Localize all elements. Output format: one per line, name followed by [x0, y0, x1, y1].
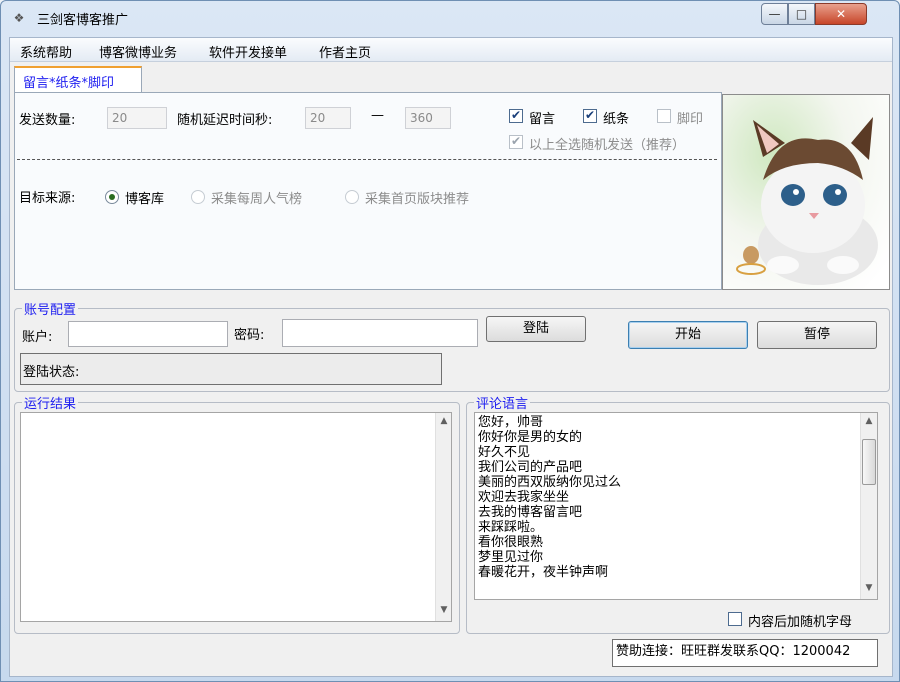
message-checkbox-label: 留言 [529, 112, 556, 127]
password-label: 密码: [234, 328, 265, 343]
menu-author-home[interactable]: 作者主页 [319, 42, 371, 61]
tab-label: 留言*纸条*脚印 [23, 76, 115, 91]
comment-line: 春暖花开，夜半钟声啊 [478, 565, 609, 580]
comments-scroll-up-icon[interactable]: ▲ [861, 416, 877, 426]
send-count-label: 发送数量: [19, 113, 76, 128]
comments-scrollbar[interactable]: ▲ ▼ [860, 413, 877, 599]
target-home-radio[interactable] [345, 190, 359, 204]
user-label: 账户: [22, 330, 53, 345]
comment-line: 我们公司的产品吧 [478, 460, 583, 475]
kitten-image [722, 94, 890, 290]
menu-blog-weibo[interactable]: 博客微博业务 [99, 42, 177, 61]
results-scrollbar[interactable]: ▲ ▼ [435, 413, 451, 621]
target-blog-label: 博客库 [125, 192, 165, 207]
target-blog-radio[interactable] [105, 190, 119, 204]
sponsor-link[interactable]: 赞助连接：旺旺群发联系QQ：1200042 [612, 639, 878, 667]
comment-line: 来踩踩啦。 [478, 520, 544, 535]
delay-min-input[interactable]: 20 [305, 107, 351, 129]
scroll-down-icon[interactable]: ▼ [436, 605, 451, 615]
random-suffix-label: 内容后加随机字母 [748, 615, 853, 630]
target-weekly-label: 采集每周人气榜 [211, 192, 303, 207]
random-all-checkbox[interactable] [509, 134, 523, 149]
comment-lines: 您好，帅哥 你好你是男的女的 好久不见 我们公司的产品吧 美丽的西双版纳你见过么 欢迎去我… [478, 415, 848, 580]
note-checkbox-label: 纸条 [603, 112, 630, 127]
pause-button[interactable]: 暂停 [757, 321, 877, 349]
app-icon: ❖ [13, 11, 25, 25]
comments-scroll-down-icon[interactable]: ▼ [861, 583, 877, 593]
send-count-input[interactable]: 20 [107, 107, 167, 129]
delay-label: 随机延迟时间秒: [177, 113, 273, 128]
menu-software-dev[interactable]: 软件开发接单 [209, 42, 287, 61]
comments-textarea[interactable]: 您好，帅哥 你好你是男的女的 好久不见 我们公司的产品吧 美丽的西双版纳你见过么 欢迎去我… [474, 412, 878, 600]
results-group-title: 运行结果 [22, 393, 79, 412]
comment-line: 您好，帅哥 [478, 415, 544, 430]
kitten-picture [723, 95, 889, 289]
comments-scroll-thumb[interactable] [862, 439, 876, 485]
login-button[interactable]: 登陆 [486, 316, 586, 342]
divider [17, 159, 717, 160]
message-checkbox[interactable] [509, 108, 523, 123]
account-group-title: 账号配置 [22, 299, 79, 318]
results-textarea[interactable]: ▲ ▼ [20, 412, 452, 622]
menu-system-help[interactable]: 系统帮助 [20, 42, 72, 61]
comment-line: 你好你是男的女的 [478, 430, 583, 445]
maximize-button[interactable]: □ [788, 3, 815, 25]
target-source-label: 目标来源: [19, 191, 76, 206]
minimize-button[interactable]: — [761, 3, 788, 25]
delay-dash: — [371, 108, 384, 123]
tab-message-note-footprint[interactable]: 留言*纸条*脚印 [14, 66, 142, 92]
login-status-label: 登陆状态: [23, 365, 80, 380]
footprint-checkbox-label: 脚印 [677, 112, 704, 127]
comment-line: 美丽的西双版纳你见过么 [478, 475, 622, 490]
title-bar[interactable]: ❖ 三剑客博客推广 — □ ✕ [1, 1, 899, 35]
client-area: 系统帮助 博客微博业务 软件开发接单 作者主页 留言*纸条*脚印 发送数量: 2… [9, 37, 893, 677]
start-button[interactable]: 开始 [628, 321, 748, 349]
tab-panel: 发送数量: 20 随机延迟时间秒: 20 — 360 留言 纸条 脚印 以上全选… [14, 92, 722, 290]
footprint-checkbox[interactable] [657, 109, 671, 123]
random-suffix-checkbox[interactable] [728, 612, 742, 626]
comment-line: 看你很眼熟 [478, 535, 544, 550]
menu-bar: 系统帮助 博客微博业务 软件开发接单 作者主页 [10, 38, 892, 62]
comment-line: 梦里见过你 [478, 550, 544, 565]
password-input[interactable] [282, 319, 478, 347]
maximize-icon: □ [795, 7, 808, 21]
comments-group-title: 评论语言 [474, 393, 531, 412]
random-all-label: 以上全选随机发送（推荐） [529, 138, 686, 153]
note-checkbox[interactable] [583, 108, 597, 123]
close-button[interactable]: ✕ [815, 3, 867, 25]
target-weekly-radio[interactable] [191, 190, 205, 204]
app-window: ❖ 三剑客博客推广 — □ ✕ 系统帮助 博客微博业务 软件开发接单 作者主页 … [0, 0, 900, 682]
close-icon: ✕ [835, 7, 847, 21]
target-home-label: 采集首页版块推荐 [365, 192, 470, 207]
scroll-up-icon[interactable]: ▲ [436, 416, 451, 426]
comment-line: 去我的博客留言吧 [478, 505, 583, 520]
comment-line: 好久不见 [478, 445, 531, 460]
comment-line: 欢迎去我家坐坐 [478, 490, 570, 505]
delay-max-input[interactable]: 360 [405, 107, 451, 129]
user-input[interactable] [68, 321, 228, 347]
window-title: 三剑客博客推广 [37, 13, 129, 28]
minimize-icon: — [768, 7, 781, 21]
login-status-box: 登陆状态: [20, 353, 442, 385]
